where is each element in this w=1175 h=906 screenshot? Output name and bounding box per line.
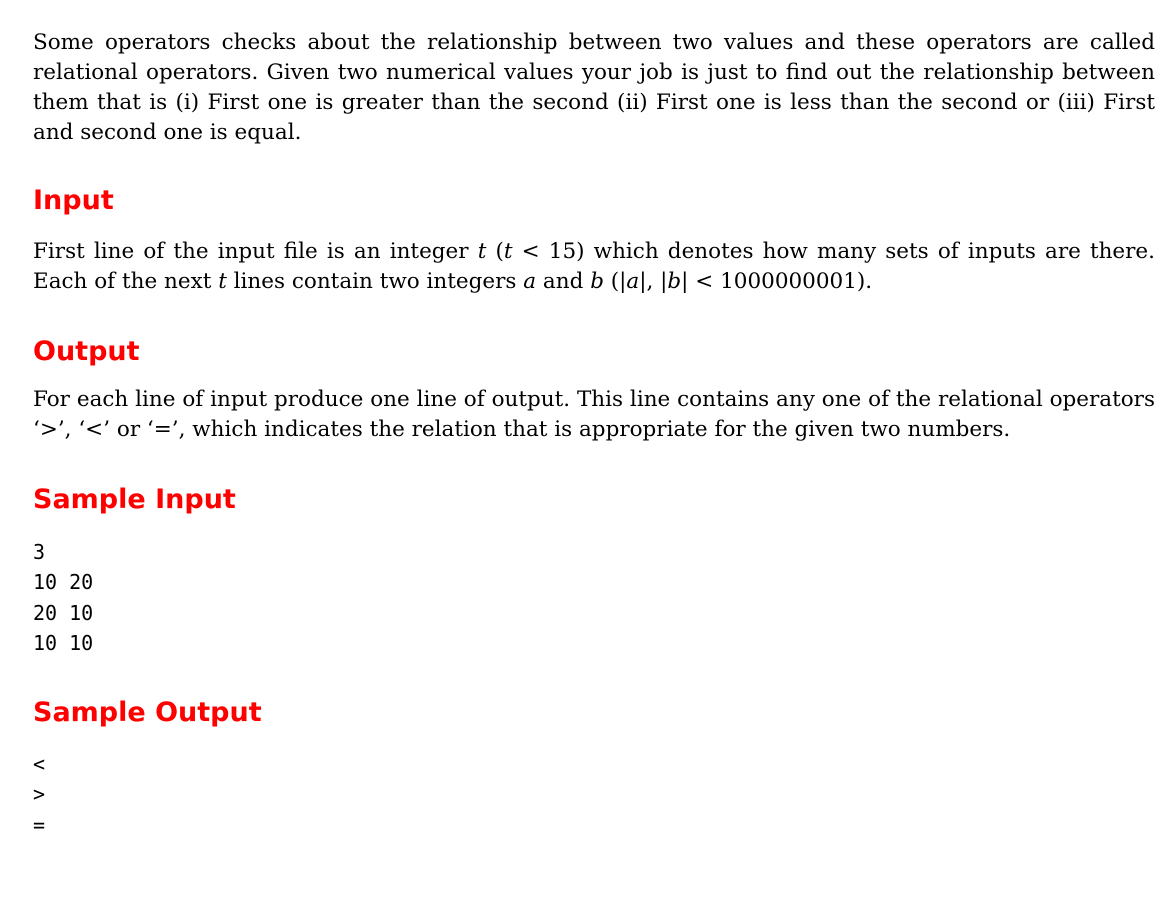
- sample-input-line: 10 10: [33, 630, 94, 655]
- sample-output-line: >: [33, 782, 46, 807]
- sample-input-line: 20 10: [33, 600, 94, 625]
- sample-output-block: < > =: [33, 749, 1155, 840]
- math-var-a: a: [626, 269, 640, 294]
- output-paragraph: For each line of input produce one line …: [33, 387, 1155, 442]
- problem-statement: Some operators checks about the relation…: [33, 28, 1155, 840]
- sample-output-line: =: [33, 812, 46, 837]
- input-heading: Input: [33, 185, 114, 216]
- output-heading: Output: [33, 336, 140, 367]
- math-var-t: t: [218, 269, 227, 294]
- sample-output-heading: Sample Output: [33, 697, 262, 729]
- math-var-a: a: [523, 269, 537, 294]
- intro-paragraph: Some operators checks about the relation…: [33, 30, 1155, 145]
- sample-input-line: 3: [33, 540, 46, 564]
- input-paragraph: First line of the input file is an integ…: [33, 239, 1155, 294]
- sample-input-block: 3 10 20 20 10 10 10: [33, 537, 1155, 658]
- math-var-b: b: [667, 269, 682, 294]
- math-var-t: t: [503, 239, 513, 264]
- sample-input-heading: Sample Input: [33, 484, 236, 515]
- sample-input-line: 10 20: [33, 570, 94, 595]
- math-var-b: b: [590, 269, 604, 294]
- sample-output-line: <: [33, 752, 46, 777]
